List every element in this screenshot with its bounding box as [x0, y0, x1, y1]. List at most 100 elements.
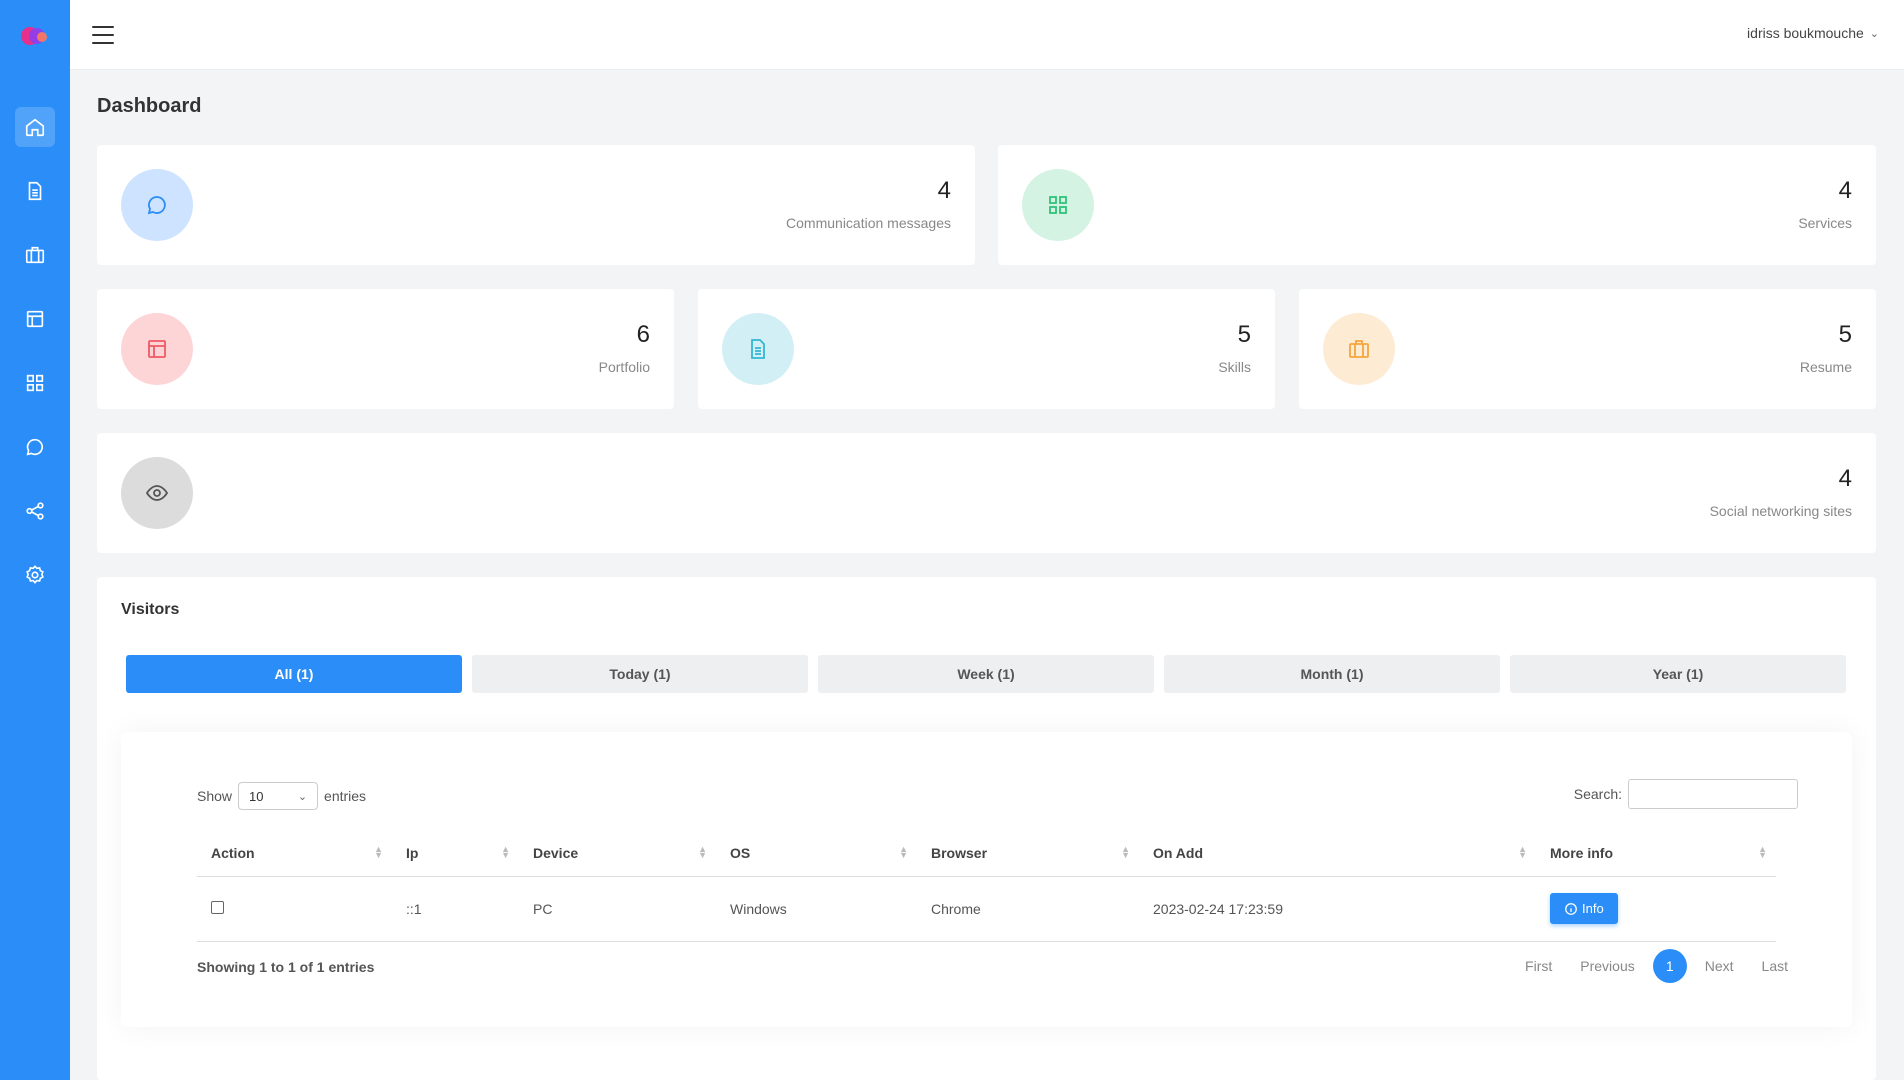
- document-icon: [751, 339, 765, 359]
- chevron-down-icon: ⌄: [297, 790, 308, 803]
- layout-icon: [148, 340, 166, 358]
- tab-today[interactable]: Today (1): [472, 655, 808, 693]
- show-label: Show: [197, 788, 233, 804]
- cell-browser: Chrome: [917, 876, 1139, 942]
- page-previous-button[interactable]: Previous: [1570, 952, 1644, 980]
- column-header-on-add[interactable]: On Add ▲ ▼: [1139, 830, 1536, 877]
- cell-os: Windows: [716, 876, 917, 942]
- nav-messages[interactable]: [15, 427, 55, 467]
- stat-card-portfolio: 6 Portfolio: [97, 289, 674, 409]
- nav-services[interactable]: [15, 363, 55, 403]
- stat-value: 4: [1838, 465, 1852, 492]
- sort-icon: ▲ ▼: [1758, 844, 1767, 860]
- cell-action: [197, 876, 392, 942]
- sort-icon: ▲ ▼: [1518, 844, 1527, 860]
- page-next-button[interactable]: Next: [1695, 952, 1744, 980]
- briefcase-icon: [1349, 340, 1369, 358]
- nav-social[interactable]: [15, 491, 55, 531]
- column-header-label: Action: [211, 844, 255, 861]
- visitors-tabs: All (1) Today (1) Week (1) Month (1) Yea…: [126, 655, 1846, 693]
- sort-icon: ▲ ▼: [1121, 844, 1130, 860]
- page-current-button[interactable]: 1: [1652, 949, 1687, 983]
- stat-icon-circle: [121, 457, 193, 529]
- tab-year[interactable]: Year (1): [1510, 655, 1846, 693]
- row-checkbox[interactable]: [211, 900, 224, 914]
- entries-select[interactable]: 10 ⌄: [238, 782, 319, 810]
- layout-icon: [26, 310, 44, 328]
- stat-label: Skills: [1218, 359, 1251, 375]
- stat-icon-circle: [121, 313, 193, 385]
- column-header-label: Browser: [931, 844, 988, 861]
- stat-value: 6: [636, 321, 650, 348]
- column-header-browser[interactable]: Browser ▲ ▼: [917, 830, 1139, 877]
- column-header-more-info[interactable]: More info ▲ ▼: [1536, 830, 1776, 877]
- user-menu[interactable]: idriss boukmouche ⌄: [1747, 25, 1879, 41]
- briefcase-icon: [25, 246, 45, 264]
- stat-value: 5: [1237, 321, 1251, 348]
- nav-settings[interactable]: [15, 555, 55, 595]
- sort-icon: ▲ ▼: [698, 844, 707, 860]
- hamburger-line: [92, 42, 114, 44]
- visitors-table: Action ▲ ▼ Ip ▲ ▼ Device ▲ ▼ OS ▲ ▼ Browser ▲ ▼ On…: [197, 830, 1776, 942]
- grid-icon: [1049, 196, 1067, 214]
- sidebar: [0, 0, 70, 1080]
- sort-icon: ▲ ▼: [501, 844, 510, 860]
- info-button-label: Info: [1582, 901, 1604, 916]
- column-header-device[interactable]: Device ▲ ▼: [519, 830, 716, 877]
- info-button[interactable]: Info: [1550, 893, 1618, 924]
- entries-label: entries: [324, 788, 367, 804]
- tab-week[interactable]: Week (1): [818, 655, 1154, 693]
- showing-entries-text: Showing 1 to 1 of 1 entries: [197, 959, 375, 975]
- column-header-label: More info: [1550, 844, 1613, 861]
- page-first-button[interactable]: First: [1515, 952, 1562, 980]
- nav-home[interactable]: [15, 107, 55, 147]
- stat-value: 4: [1838, 177, 1852, 204]
- page-title: Dashboard: [97, 95, 202, 117]
- search-input[interactable]: [1628, 779, 1798, 809]
- tab-all[interactable]: All (1): [126, 655, 462, 693]
- search-label: Search:: [1573, 786, 1622, 802]
- stat-icon-circle: [1022, 169, 1094, 241]
- stat-card-messages: 4 Communication messages: [97, 145, 975, 265]
- entries-value: 10: [249, 788, 264, 804]
- stat-label: Services: [1798, 215, 1852, 231]
- show-entries: Show 10 ⌄ entries: [197, 782, 366, 810]
- app-logo[interactable]: [20, 25, 50, 47]
- cell-on-add: 2023-02-24 17:23:59: [1139, 876, 1536, 942]
- page-last-button[interactable]: Last: [1752, 952, 1798, 980]
- share-icon: [26, 502, 44, 520]
- search-box: Search:: [1574, 779, 1798, 809]
- stat-icon-circle: [1323, 313, 1395, 385]
- gear-icon: [26, 565, 44, 584]
- nav-portfolio[interactable]: [15, 299, 55, 339]
- stat-label: Communication messages: [786, 215, 951, 231]
- chevron-down-icon: ⌄: [1869, 27, 1879, 40]
- grid-icon: [26, 374, 44, 392]
- column-header-action[interactable]: Action ▲ ▼: [197, 830, 392, 877]
- home-icon: [25, 118, 45, 137]
- info-circle-icon: [1565, 902, 1577, 915]
- visitors-table-panel: Show 10 ⌄ entries Search: Action ▲ ▼ Ip ▲ ▼ …: [121, 732, 1852, 1027]
- stat-label: Portfolio: [598, 359, 650, 375]
- stat-card-skills: 5 Skills: [698, 289, 1275, 409]
- stat-label: Social networking sites: [1709, 503, 1852, 519]
- top-bar: idriss boukmouche ⌄: [70, 0, 1904, 70]
- cell-ip: ::1: [392, 876, 519, 942]
- chat-icon: [26, 438, 44, 456]
- column-header-label: On Add: [1153, 844, 1204, 861]
- table-header-row: Action ▲ ▼ Ip ▲ ▼ Device ▲ ▼ OS ▲ ▼ Browser ▲ ▼ On…: [197, 830, 1776, 877]
- document-icon: [28, 181, 42, 201]
- nav-resume[interactable]: [15, 235, 55, 275]
- tab-month[interactable]: Month (1): [1164, 655, 1500, 693]
- menu-toggle-button[interactable]: [90, 24, 116, 46]
- stat-card-resume: 5 Resume: [1299, 289, 1876, 409]
- column-header-os[interactable]: OS ▲ ▼: [716, 830, 917, 877]
- stat-icon-circle: [121, 169, 193, 241]
- stat-card-social: 4 Social networking sites: [97, 433, 1876, 553]
- column-header-label: Ip: [406, 844, 419, 861]
- stat-value: 5: [1838, 321, 1852, 348]
- column-header-ip[interactable]: Ip ▲ ▼: [392, 830, 519, 877]
- chat-icon: [147, 196, 166, 215]
- nav-skills[interactable]: [15, 171, 55, 211]
- user-name: idriss boukmouche: [1747, 25, 1864, 41]
